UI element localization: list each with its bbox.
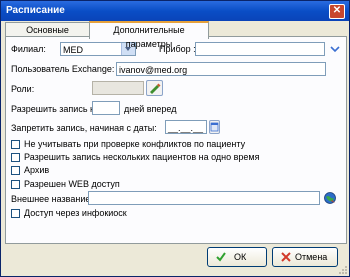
tab-additional-parameters[interactable]: Дополнительные параметры (89, 21, 209, 49)
forbid-date-input[interactable]: __.__.__ (165, 120, 207, 134)
kiosk-access-checkbox[interactable] (11, 209, 20, 218)
schedule-dialog: Расписание ✕ Основные параметры Дополнит… (0, 0, 350, 277)
resize-grip-icon[interactable] (338, 265, 348, 275)
days-ahead-label: дней вперед (124, 104, 177, 114)
roles-label: Роли: (11, 84, 35, 94)
roles-edit-button[interactable] (146, 80, 163, 96)
close-button[interactable]: ✕ (329, 4, 345, 19)
ignore-conflicts-label: Не учитывать при проверке конфликтов по … (24, 139, 246, 149)
allow-booking-label: Разрешить запись на: (11, 104, 103, 114)
external-name-globe-button[interactable] (323, 191, 337, 205)
roles-field (92, 81, 144, 95)
branch-value: MED (63, 45, 83, 55)
additional-parameters-panel: Филиал: MED Прибор : Пользователь Exchan… (5, 36, 347, 244)
ignore-conflicts-checkbox[interactable] (11, 140, 20, 149)
branch-label: Филиал: (11, 44, 46, 54)
external-name-label: Внешнее название: (11, 194, 93, 204)
archive-label: Архив (24, 165, 50, 175)
check-icon (216, 252, 226, 262)
forbid-booking-label: Запретить запись, начиная с даты: (11, 123, 157, 133)
cancel-button[interactable]: Отмена (272, 247, 338, 267)
device-field[interactable] (195, 42, 325, 56)
device-dropdown-chevron-icon[interactable] (329, 43, 341, 55)
calendar-icon (210, 122, 219, 132)
title-bar[interactable]: Расписание ✕ (1, 1, 349, 21)
exchange-user-label: Пользователь Exchange: (11, 64, 115, 74)
kiosk-access-label: Доступ через инфокиоск (24, 208, 127, 218)
date-picker-button[interactable] (209, 120, 220, 134)
web-access-checkbox[interactable] (11, 180, 20, 189)
archive-checkbox[interactable] (11, 166, 20, 175)
globe-icon (324, 192, 336, 204)
external-name-input[interactable] (88, 191, 320, 205)
ok-label: ОК (234, 252, 247, 262)
exchange-user-input[interactable]: ivanov@med.org (116, 62, 326, 76)
cancel-label: Отмена (295, 252, 328, 262)
cancel-x-icon (281, 252, 291, 262)
multiple-patients-label: Разрешить запись нескольких пациентов на… (24, 152, 260, 162)
tab-main-parameters[interactable]: Основные параметры (5, 22, 90, 49)
web-access-label: Разрешен WEB доступ (24, 179, 120, 189)
ok-button[interactable]: ОК (207, 247, 267, 267)
branch-select[interactable]: MED (60, 42, 136, 56)
window-title: Расписание (6, 5, 65, 16)
multiple-patients-checkbox[interactable] (11, 153, 20, 162)
pencil-icon (150, 83, 161, 94)
allow-days-input[interactable] (92, 101, 120, 115)
